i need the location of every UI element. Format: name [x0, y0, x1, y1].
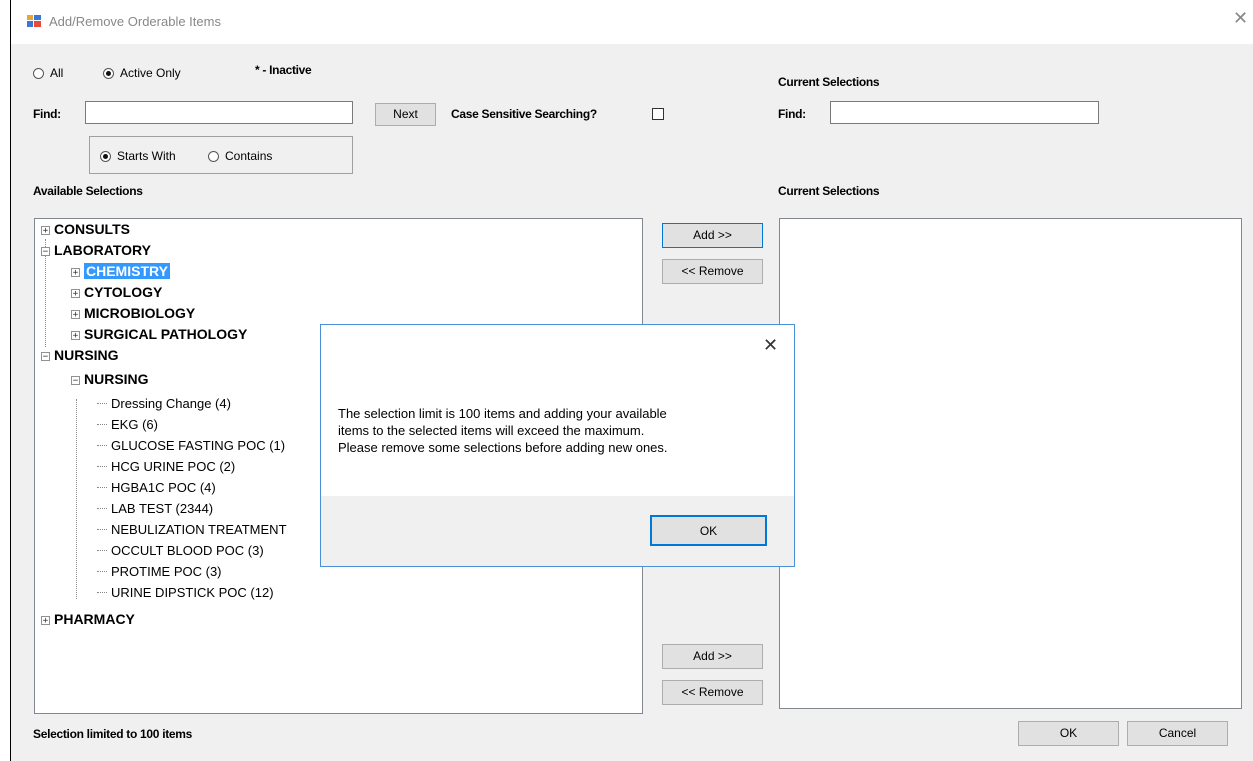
tree-leaf-label: HGBA1C POC (4)	[111, 480, 216, 495]
case-sensitive-label: Case Sensitive Searching?	[451, 107, 597, 121]
tree-leaf-item[interactable]: HGBA1C POC (4)	[97, 477, 216, 498]
tree-leaf-item[interactable]: LAB TEST (2344)	[97, 498, 213, 519]
tree-leaf-item[interactable]: OCCULT BLOOD POC (3)	[97, 540, 264, 561]
tree-node-label: NURSING	[84, 371, 149, 387]
case-sensitive-checkbox[interactable]	[652, 108, 664, 120]
tree-node-label: PHARMACY	[54, 611, 135, 627]
title-bar: Add/Remove Orderable Items ✕	[11, 0, 1253, 44]
close-icon[interactable]: ✕	[1233, 8, 1248, 29]
tree-leaf-item[interactable]: EKG (6)	[97, 414, 158, 435]
tree-node-consults[interactable]: + CONSULTS	[41, 219, 130, 240]
tree-node-chemistry[interactable]: + CHEMISTRY	[71, 261, 170, 282]
tree-leaf-item[interactable]: PROTIME POC (3)	[97, 561, 222, 582]
tree-leaf-item[interactable]: GLUCOSE FASTING POC (1)	[97, 435, 285, 456]
radio-starts-with[interactable]: Starts With	[100, 149, 176, 163]
dialog-close-icon[interactable]: ✕	[763, 335, 778, 356]
find-label: Find:	[33, 107, 61, 121]
radio-all[interactable]: All	[33, 66, 63, 80]
ok-button[interactable]: OK	[1018, 721, 1119, 746]
expand-icon[interactable]: +	[71, 268, 80, 278]
expand-icon[interactable]: +	[41, 226, 50, 236]
available-selections-heading: Available Selections	[33, 184, 143, 198]
dialog-message-line: The selection limit is 100 items and add…	[338, 406, 667, 421]
selection-limit-dialog: ✕ The selection limit is 100 items and a…	[320, 324, 795, 567]
tree-node-label: CYTOLOGY	[84, 284, 163, 300]
next-button[interactable]: Next	[375, 103, 436, 126]
remove-button-top[interactable]: << Remove	[662, 259, 763, 284]
selection-limit-note: Selection limited to 100 items	[33, 727, 193, 741]
app-window-icon	[27, 15, 41, 27]
tree-node-label: CONSULTS	[54, 221, 130, 237]
tree-node-nursing-sub[interactable]: − NURSING	[71, 369, 149, 390]
radio-all-indicator[interactable]	[33, 68, 44, 79]
tree-node-laboratory[interactable]: − LABORATORY	[41, 240, 151, 261]
find-input[interactable]	[85, 101, 353, 124]
cancel-button[interactable]: Cancel	[1127, 721, 1228, 746]
expand-icon[interactable]: +	[71, 331, 80, 341]
tree-node-microbiology[interactable]: + MICROBIOLOGY	[71, 303, 195, 324]
tree-node-label: SURGICAL PATHOLOGY	[84, 326, 248, 342]
current-selections-find-heading: Current Selections	[778, 75, 880, 89]
tree-leaf-label: LAB TEST (2344)	[111, 501, 214, 516]
tree-node-label-selected: CHEMISTRY	[84, 263, 170, 279]
add-button-top[interactable]: Add >>	[662, 223, 763, 248]
tree-node-nursing[interactable]: − NURSING	[41, 345, 119, 366]
tree-leaf-label: OCCULT BLOOD POC (3)	[111, 543, 264, 558]
dialog-message: The selection limit is 100 items and add…	[338, 405, 668, 456]
tree-leaf-item[interactable]: NEBULIZATION TREATMENT	[97, 519, 287, 540]
right-find-input[interactable]	[830, 101, 1099, 124]
expand-icon[interactable]: +	[71, 289, 80, 299]
tree-leaf-item[interactable]: URINE DIPSTICK POC (12)	[97, 582, 274, 603]
radio-starts-with-indicator[interactable]	[100, 151, 111, 162]
expand-icon[interactable]: +	[41, 616, 50, 626]
dialog-footer: OK	[321, 496, 794, 566]
tree-node-label: LABORATORY	[54, 242, 151, 258]
inactive-legend: * - Inactive	[255, 63, 312, 77]
tree-leaf-label: HCG URINE POC (2)	[111, 459, 236, 474]
tree-node-surgical-pathology[interactable]: + SURGICAL PATHOLOGY	[71, 324, 247, 345]
tree-node-pharmacy[interactable]: + PHARMACY	[41, 609, 135, 630]
collapse-icon[interactable]: −	[41, 247, 50, 257]
radio-all-label: All	[50, 66, 64, 80]
window-title: Add/Remove Orderable Items	[49, 14, 221, 29]
radio-starts-with-label: Starts With	[117, 149, 176, 163]
radio-active-only-label: Active Only	[120, 66, 181, 80]
tree-leaf-label: Dressing Change (4)	[111, 396, 231, 411]
radio-active-only-indicator[interactable]	[103, 68, 114, 79]
tree-leaf-label: NEBULIZATION TREATMENT	[111, 522, 287, 537]
radio-contains-indicator[interactable]	[208, 151, 219, 162]
tree-node-label: NURSING	[54, 347, 119, 363]
radio-contains-label: Contains	[225, 149, 273, 163]
tree-leaf-label: EKG (6)	[111, 417, 158, 432]
add-button-bottom[interactable]: Add >>	[662, 644, 763, 669]
dialog-ok-button[interactable]: OK	[650, 515, 767, 546]
dialog-message-line: Please remove some selections before add…	[338, 440, 668, 455]
tree-leaf-item[interactable]: Dressing Change (4)	[97, 393, 231, 414]
tree-node-label: MICROBIOLOGY	[84, 305, 196, 321]
radio-contains[interactable]: Contains	[208, 149, 272, 163]
tree-leaf-label: URINE DIPSTICK POC (12)	[111, 585, 274, 600]
expand-icon[interactable]: +	[71, 310, 80, 320]
dialog-message-line: items to the selected items will exceed …	[338, 423, 645, 438]
tree-leaf-item[interactable]: HCG URINE POC (2)	[97, 456, 235, 477]
collapse-icon[interactable]: −	[71, 376, 80, 386]
radio-active-only[interactable]: Active Only	[103, 66, 181, 80]
collapse-icon[interactable]: −	[41, 352, 50, 362]
tree-leaf-label: GLUCOSE FASTING POC (1)	[111, 438, 286, 453]
search-mode-group: Starts With Contains	[89, 136, 353, 174]
current-selections-heading: Current Selections	[778, 184, 880, 198]
right-find-label: Find:	[778, 107, 806, 121]
remove-button-bottom[interactable]: << Remove	[662, 680, 763, 705]
tree-leaf-label: PROTIME POC (3)	[111, 564, 222, 579]
current-selections-list[interactable]	[779, 218, 1242, 709]
tree-node-cytology[interactable]: + CYTOLOGY	[71, 282, 162, 303]
